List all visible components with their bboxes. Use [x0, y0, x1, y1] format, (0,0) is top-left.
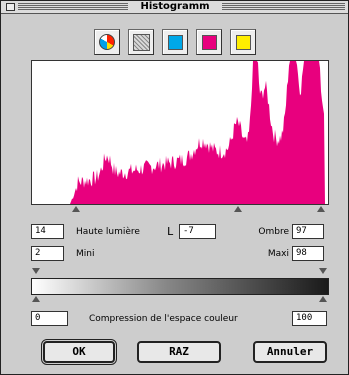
output-min-handle[interactable]: [32, 296, 40, 302]
window-title: Histogramm: [129, 1, 221, 13]
channel-luminance-button[interactable]: [128, 29, 154, 55]
channel-cyan-button[interactable]: [162, 29, 188, 55]
output-max-handle[interactable]: [319, 296, 327, 302]
highlight-slider-handle[interactable]: [72, 206, 80, 212]
histogram-window: Histogramm 14 Haute lumière L -7 Ombre 9…: [0, 0, 349, 375]
title-stripes-right: [222, 3, 345, 11]
highlight-input[interactable]: 14: [31, 224, 64, 239]
shadow-slider-handle[interactable]: [317, 206, 325, 212]
output-gradient-bar: [31, 278, 329, 295]
histogram-plot: [31, 60, 329, 205]
output-max-handle-top[interactable]: [319, 268, 327, 274]
gray-pattern-icon: [133, 34, 150, 51]
compression-label: Compression de l'espace couleur: [89, 314, 238, 324]
cyan-swatch-icon: [168, 35, 183, 50]
reset-button[interactable]: RAZ: [137, 341, 221, 363]
shadow-input[interactable]: 97: [292, 224, 324, 239]
title-bar[interactable]: Histogramm: [1, 1, 348, 14]
midpoint-input[interactable]: -7: [179, 224, 216, 239]
histogram-area: [32, 61, 328, 204]
midpoint-slider-handle[interactable]: [234, 206, 242, 212]
mini-input[interactable]: 2: [31, 246, 64, 261]
ok-button[interactable]: OK: [41, 339, 117, 365]
channel-magenta-button[interactable]: [196, 29, 222, 55]
magenta-swatch-icon: [202, 35, 217, 50]
close-box[interactable]: [6, 3, 15, 11]
mini-label: Mini: [76, 249, 95, 259]
channel-yellow-button[interactable]: [230, 29, 256, 55]
level-slider-track[interactable]: [31, 206, 329, 218]
midpoint-icon: L: [167, 225, 174, 238]
title-stripes-left: [18, 3, 128, 11]
shadow-label: Ombre: [258, 227, 289, 237]
color-wheel-icon: [99, 34, 115, 50]
maxi-input[interactable]: 98: [292, 246, 324, 261]
channel-all-button[interactable]: [94, 29, 120, 55]
maxi-label: Maxi: [267, 249, 289, 259]
cancel-button[interactable]: Annuler: [253, 341, 327, 363]
output-min-handle-top[interactable]: [32, 268, 40, 274]
highlight-label: Haute lumière: [76, 227, 140, 237]
yellow-swatch-icon: [236, 35, 251, 50]
compression-max-input[interactable]: 100: [292, 311, 327, 326]
compression-min-input[interactable]: 0: [31, 311, 68, 326]
